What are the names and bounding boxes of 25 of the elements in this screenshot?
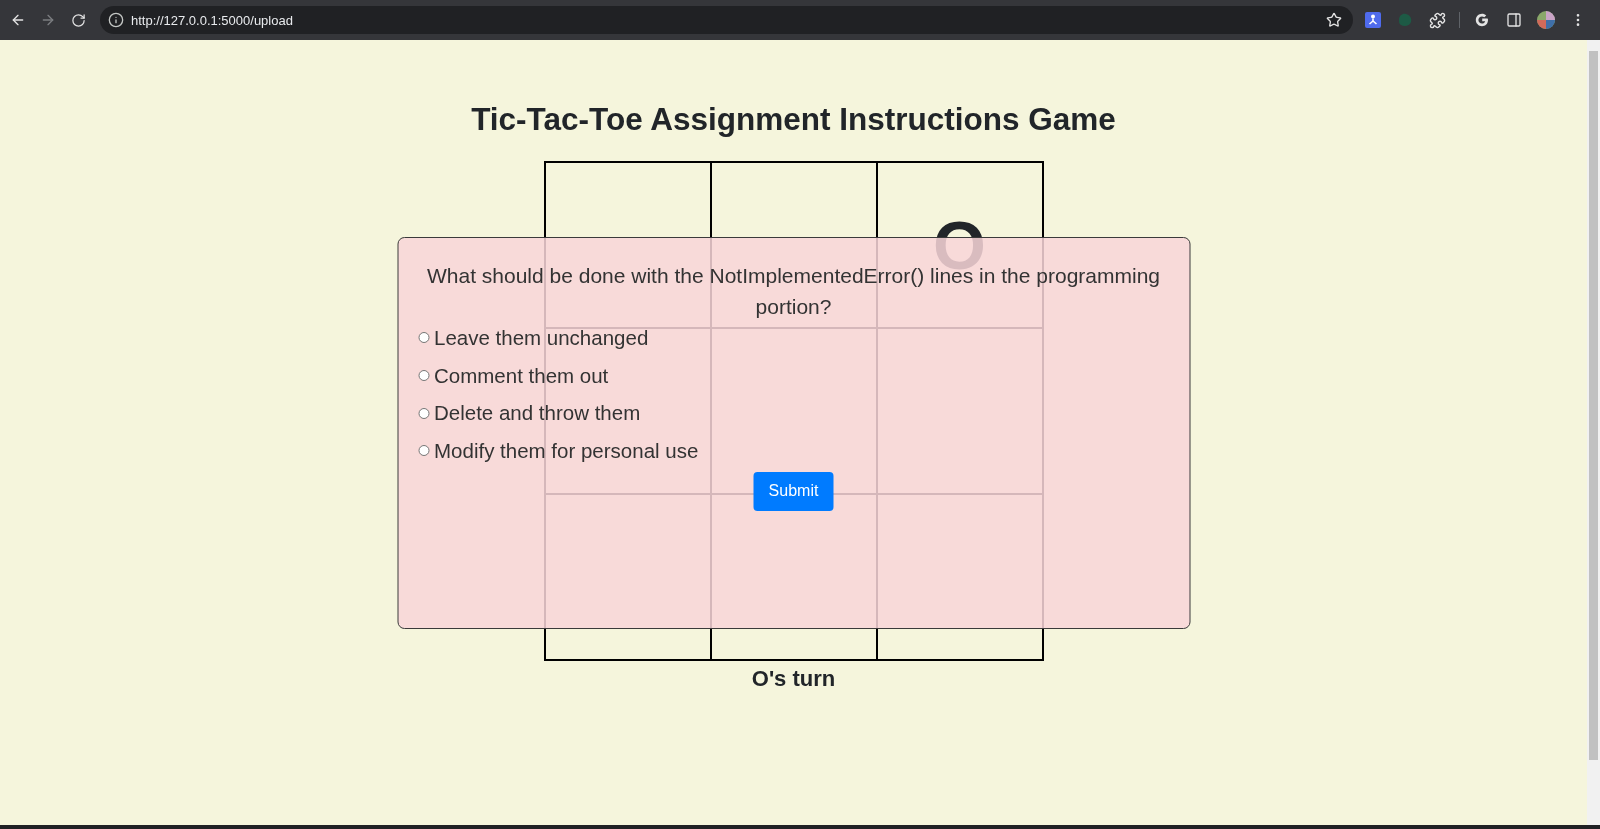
option-label[interactable]: Leave them unchanged <box>434 322 649 353</box>
forward-arrow-icon <box>40 12 56 28</box>
avatar-icon[interactable] <box>1537 11 1555 29</box>
radio-button[interactable] <box>418 370 429 382</box>
extension-icon[interactable] <box>1365 12 1381 28</box>
info-icon[interactable] <box>108 12 124 28</box>
scrollbar-track[interactable] <box>1587 40 1600 825</box>
scrollbar-thumb[interactable] <box>1589 51 1598 760</box>
submit-button[interactable]: Submit <box>753 471 834 511</box>
question-text: What should be done with the NotImplementedError() lines in the programming portion? <box>426 264 1161 320</box>
option-label[interactable]: Comment them out <box>434 360 609 391</box>
turn-status: O's turn <box>751 665 836 693</box>
reload-icon <box>70 12 86 28</box>
side-panel-icon[interactable] <box>1506 12 1522 28</box>
url-text: http://127.0.0.1:5000/upload <box>131 12 293 28</box>
address-bar[interactable]: http://127.0.0.1:5000/upload <box>100 6 1353 34</box>
star-icon[interactable] <box>1326 12 1342 28</box>
option-label[interactable]: Delete and throw them <box>434 398 641 429</box>
puzzle-icon[interactable] <box>1428 11 1446 29</box>
option-label[interactable]: Modify them for personal use <box>434 435 699 466</box>
page-title: Tic-Tac-Toe Assignment Instructions Game <box>471 101 1116 137</box>
radio-button[interactable] <box>418 332 429 344</box>
radio-button[interactable] <box>418 407 429 419</box>
radio-button[interactable] <box>418 445 429 457</box>
g-logo-icon[interactable] <box>1474 12 1490 28</box>
